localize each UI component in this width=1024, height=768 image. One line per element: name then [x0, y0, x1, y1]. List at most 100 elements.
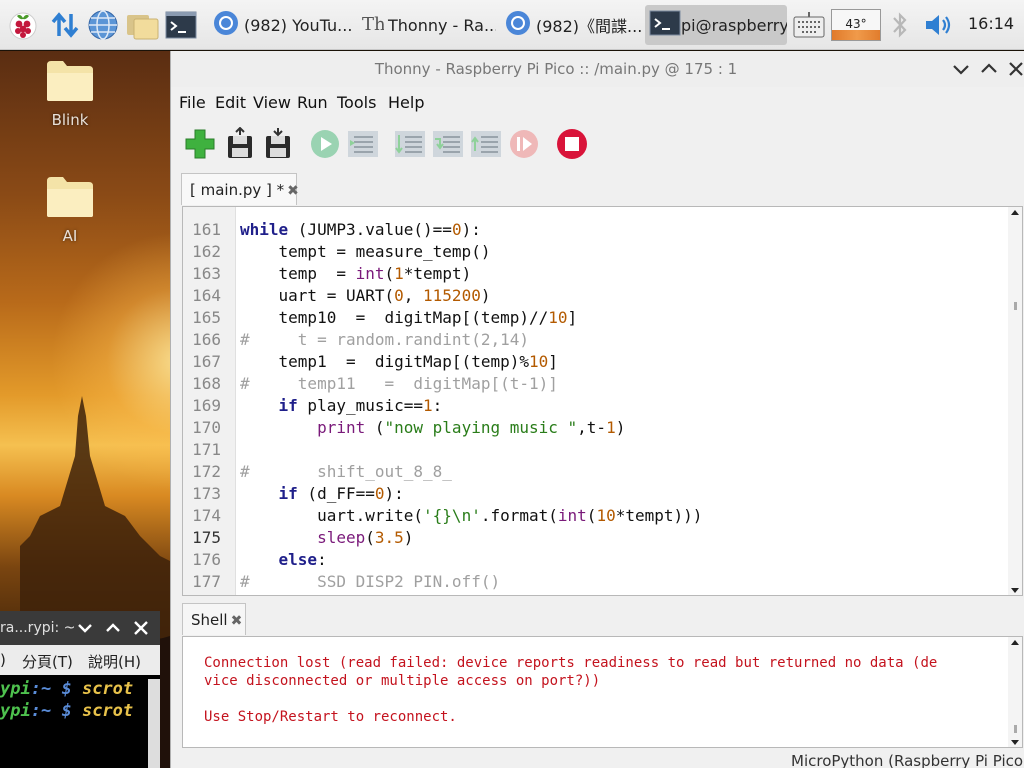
code-line[interactable]: if play_music==1: — [240, 396, 443, 415]
terminal-launcher-icon[interactable] — [164, 7, 198, 43]
shell-tab-label: Shell — [191, 611, 228, 629]
thonny-icon: Th — [360, 9, 386, 41]
code-line[interactable]: sleep(3.5) — [240, 528, 413, 547]
save-file-icon[interactable] — [261, 127, 295, 161]
menu-help[interactable]: Help — [388, 93, 424, 112]
line-number: 166 — [192, 330, 221, 349]
code-line[interactable]: # shift_out_8_8_ — [240, 462, 452, 481]
menubar: File Edit View Run Tools Help — [171, 87, 1024, 117]
stop-icon[interactable] — [555, 127, 589, 161]
task-browser-2[interactable]: (982)《間諜... — [500, 5, 642, 45]
thonny-titlebar[interactable]: Thonny - Raspberry Pi Pico :: /main.py @… — [171, 51, 1024, 87]
code-line[interactable]: else: — [240, 550, 327, 569]
web-browser-icon[interactable] — [86, 7, 120, 43]
terminal-menu-item[interactable]: ) — [0, 651, 6, 669]
new-file-icon[interactable] — [183, 127, 217, 161]
shell-output[interactable]: Connection lost (read failed: device rep… — [182, 636, 1023, 748]
terminal-icon — [649, 9, 681, 41]
maximize-icon[interactable] — [979, 59, 999, 79]
step-over-icon[interactable] — [393, 127, 427, 161]
task-thonny[interactable]: Th Thonny - Ra... — [356, 5, 496, 45]
minimize-icon[interactable] — [951, 59, 971, 79]
keyboard-icon[interactable] — [792, 7, 826, 43]
terminal-scrollbar[interactable] — [148, 679, 160, 768]
code-line[interactable]: temp10 = digitMap[(temp)//10] — [240, 308, 578, 327]
terminal-menu-tabs[interactable]: 分頁(T) — [22, 651, 73, 672]
chromium-icon — [504, 9, 532, 41]
code-line[interactable]: uart = UART(0, 115200) — [240, 286, 491, 305]
line-number: 173 — [192, 484, 221, 503]
code-editor[interactable]: ··· 161 162 163 164 165 166 167 168 169 … — [182, 206, 1023, 596]
close-tab-icon[interactable]: ✖ — [287, 183, 299, 199]
close-tab-icon[interactable]: ✖ — [231, 613, 243, 629]
task-label: (982)《間諜... — [536, 17, 642, 36]
task-terminal[interactable]: pi@raspberry... — [645, 5, 787, 45]
desktop-folder-blink[interactable]: Blink — [25, 59, 115, 129]
line-number: 177 — [192, 572, 221, 591]
step-out-icon[interactable] — [469, 127, 503, 161]
bluetooth-icon[interactable] — [888, 7, 912, 43]
code-line[interactable]: if (d_FF==0): — [240, 484, 404, 503]
code-line[interactable]: # temp11 = digitMap[(t-1)] — [240, 374, 558, 393]
line-number: 167 — [192, 352, 221, 371]
code-line[interactable]: temp1 = digitMap[(temp)%10] — [240, 352, 558, 371]
code-line[interactable]: # t = random.randint(2,14) — [240, 330, 529, 349]
resume-icon[interactable] — [507, 127, 541, 161]
desktop-icon-label: AI — [62, 227, 78, 245]
line-number-gutter: ··· 161 162 163 164 165 166 167 168 169 … — [183, 207, 236, 595]
folder-icon — [47, 177, 93, 217]
code-line[interactable]: while (JUMP3.value()==0): — [240, 220, 481, 239]
code-line[interactable]: temp = int(1*tempt) — [240, 264, 472, 283]
folder-icon — [47, 61, 93, 101]
task-label: (982) YouTu... — [244, 15, 352, 35]
code-line[interactable]: uart.write('{}\n'.format(int(10*tempt))) — [240, 506, 702, 525]
terminal-output[interactable]: ypi:~ $ scrot ypi:~ $ scrot — [0, 675, 160, 723]
menu-view[interactable]: View — [253, 93, 291, 112]
open-file-icon[interactable] — [223, 126, 257, 161]
network-transfer-icon[interactable] — [48, 7, 82, 43]
line-number: 163 — [192, 264, 221, 283]
menu-file[interactable]: File — [179, 93, 206, 112]
desktop-icon-label: Blink — [51, 111, 89, 129]
line-number: 165 — [192, 308, 221, 327]
volume-icon[interactable] — [922, 7, 956, 43]
terminal-title: ra...rypi: ~ — [0, 620, 76, 636]
minimize-icon[interactable] — [76, 619, 94, 641]
menu-run[interactable]: Run — [297, 93, 328, 112]
clock[interactable]: 16:14 — [968, 14, 1014, 33]
interpreter-status[interactable]: MicroPython (Raspberry Pi Pico) — [791, 752, 1024, 768]
debug-icon[interactable] — [346, 127, 380, 161]
statusbar: MicroPython (Raspberry Pi Pico) — [171, 750, 1024, 768]
terminal-menu-help[interactable]: 說明(H) — [88, 651, 141, 672]
line-number: 161 — [192, 220, 221, 239]
line-number: 170 — [192, 418, 221, 437]
desktop-folder-ai[interactable]: AI — [25, 175, 115, 245]
shell-tab[interactable]: Shell ✖ — [182, 603, 246, 635]
shell-scrollbar[interactable] — [1008, 637, 1022, 747]
task-youtube[interactable]: (982) YouTu... — [208, 5, 352, 45]
editor-tab-main[interactable]: [ main.py ] * ✖ — [181, 173, 299, 205]
file-manager-icon[interactable] — [124, 7, 160, 43]
cpu-temp-monitor[interactable]: 43° — [830, 7, 882, 43]
terminal-line: ypi:~ $ scrot — [0, 701, 134, 721]
line-number-partial: ··· — [183, 207, 221, 214]
menu-edit[interactable]: Edit — [215, 93, 246, 112]
line-number-current: 175 — [192, 528, 221, 547]
maximize-icon[interactable] — [104, 619, 122, 641]
line-number: 162 — [192, 242, 221, 261]
code-line[interactable]: print ("now playing music ",t-1) — [240, 418, 625, 437]
code-line[interactable]: tempt = measure_temp() — [240, 242, 491, 261]
close-icon[interactable] — [132, 619, 150, 641]
run-icon[interactable] — [308, 127, 342, 161]
terminal-window[interactable]: ra...rypi: ~ ) 分頁(T) 說明(H) ypi:~ $ scrot… — [0, 611, 160, 768]
editor-scrollbar[interactable] — [1008, 207, 1022, 595]
line-number: 176 — [192, 550, 221, 569]
shell-error-line: Use Stop/Restart to reconnect. — [204, 709, 457, 725]
code-line[interactable]: # SSD DISP2 PIN.off() — [240, 572, 500, 591]
step-into-icon[interactable] — [431, 127, 465, 161]
task-label: pi@raspberry... — [681, 15, 787, 35]
terminal-titlebar[interactable]: ra...rypi: ~ — [0, 611, 160, 645]
menu-tools[interactable]: Tools — [337, 93, 376, 112]
raspberry-menu-icon[interactable] — [6, 7, 40, 43]
close-icon[interactable] — [1006, 59, 1024, 79]
